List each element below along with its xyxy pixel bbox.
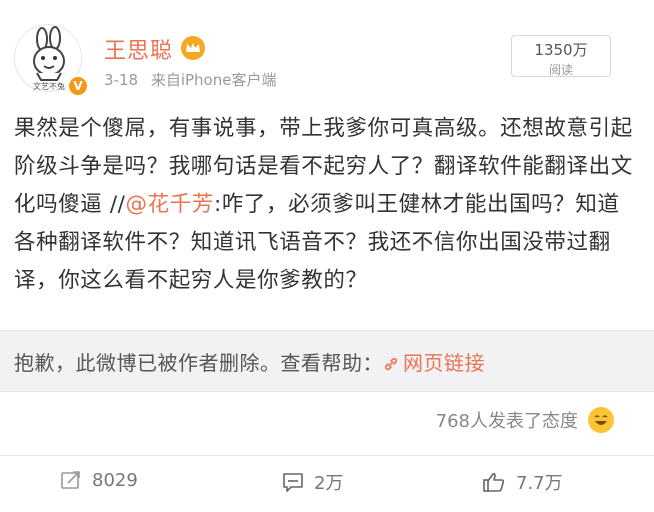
help-link[interactable]: 网页链接	[383, 351, 485, 375]
weibo-post: 文艺不兔 V 王思聪 3-18 来自iPhone客户端 1350万 阅读 果然是…	[0, 0, 654, 512]
avatar[interactable]: 文艺不兔 V	[14, 24, 89, 97]
deleted-message: 抱歉，此微博已被作者删除。查看帮助：	[14, 351, 383, 375]
like-button[interactable]: 7.7万	[482, 469, 563, 495]
repost-button[interactable]: 8029	[60, 469, 138, 491]
deleted-notice: 抱歉，此微博已被作者删除。查看帮助： 网页链接	[0, 330, 654, 392]
avatar-caption: 文艺不兔	[33, 82, 65, 91]
read-label: 阅读	[548, 63, 573, 77]
attitude-text: 768人发表了态度	[435, 411, 578, 432]
action-bar: 8029 2万 7.7万	[0, 455, 654, 512]
laughing-emoji-icon	[588, 407, 614, 433]
post-content: 果然是个傻屌，有事说事，带上我爹你可真高级。还想故意引起阶级斗争是吗？我哪句话是…	[14, 110, 640, 300]
verified-badge-icon: V	[67, 75, 89, 97]
link-icon	[384, 357, 398, 371]
read-count: 1350万	[534, 41, 588, 59]
like-count: 7.7万	[516, 473, 563, 494]
comment-count: 2万	[314, 473, 344, 494]
mention-link[interactable]: @花千芳	[126, 192, 214, 217]
comment-icon	[283, 473, 303, 492]
thumbs-up-icon	[483, 472, 505, 492]
username[interactable]: 王思聪	[104, 33, 173, 65]
repost-icon	[61, 471, 80, 489]
attitude-summary[interactable]: 768人发表了态度	[436, 407, 614, 433]
help-link-label: 网页链接	[403, 351, 485, 375]
crown-icon	[181, 36, 205, 60]
post-date[interactable]: 3-18	[104, 71, 138, 89]
read-count-box: 1350万 阅读	[511, 35, 611, 77]
comment-button[interactable]: 2万	[282, 469, 343, 495]
post-meta: 3-18 来自iPhone客户端	[104, 69, 284, 90]
post-source[interactable]: 来自iPhone客户端	[151, 71, 277, 89]
repost-count: 8029	[92, 469, 138, 491]
